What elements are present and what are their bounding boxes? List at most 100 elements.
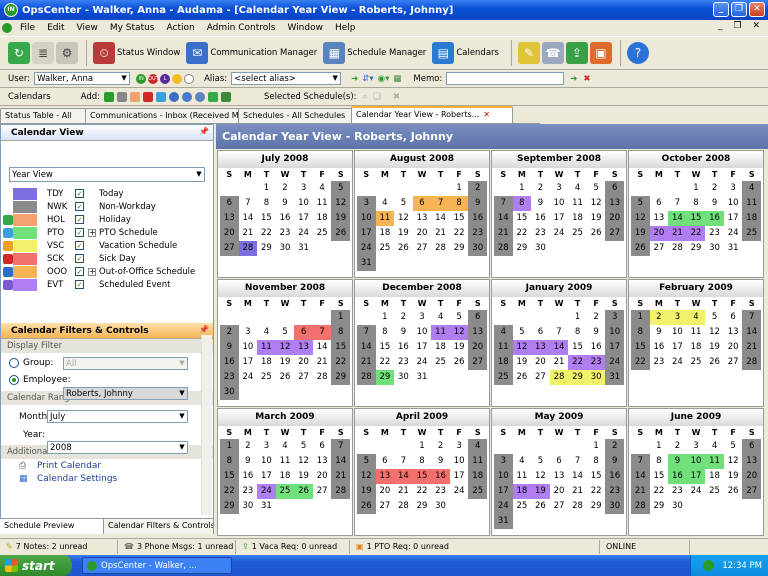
day-cell[interactable]: 5 bbox=[294, 439, 313, 454]
pin-filters-icon[interactable]: 📌 bbox=[199, 325, 209, 334]
day-cell[interactable]: 17 bbox=[550, 211, 569, 226]
day-cell[interactable]: 13 bbox=[313, 454, 332, 469]
day-cell[interactable]: 12 bbox=[357, 469, 376, 484]
day-cell[interactable]: 20 bbox=[550, 484, 569, 499]
day-cell[interactable]: 6 bbox=[742, 439, 761, 454]
day-cell[interactable]: 9 bbox=[468, 196, 487, 211]
day-cell[interactable]: 2 bbox=[587, 310, 606, 325]
day-cell[interactable]: 7 bbox=[631, 454, 650, 469]
day-cell[interactable]: 7 bbox=[550, 325, 569, 340]
day-cell[interactable]: 1 bbox=[650, 439, 669, 454]
communication-manager-button[interactable]: ✉ Communication Manager bbox=[186, 42, 317, 64]
day-cell[interactable]: 2 bbox=[668, 439, 687, 454]
day-cell[interactable]: 24 bbox=[294, 226, 313, 241]
day-cell[interactable]: 1 bbox=[220, 439, 239, 454]
pto-status[interactable]: ▣ 1 PTO Req: 0 unread bbox=[350, 539, 600, 554]
tray-opscenter-icon[interactable] bbox=[703, 560, 715, 571]
day-cell[interactable]: 11 bbox=[257, 340, 276, 355]
day-cell[interactable]: 24 bbox=[724, 226, 743, 241]
day-cell[interactable]: 4 bbox=[313, 181, 332, 196]
day-cell[interactable]: 22 bbox=[513, 226, 532, 241]
status-away-icon[interactable] bbox=[172, 73, 183, 84]
day-cell[interactable]: 16 bbox=[705, 211, 724, 226]
day-cell[interactable]: 4 bbox=[494, 325, 513, 340]
maximize-button[interactable]: ❐ bbox=[731, 2, 747, 17]
day-cell[interactable]: 13 bbox=[413, 211, 432, 226]
day-cell[interactable]: 20 bbox=[413, 226, 432, 241]
day-cell[interactable]: 13 bbox=[375, 469, 395, 484]
day-cell[interactable]: 7 bbox=[431, 196, 450, 211]
day-cell[interactable]: 15 bbox=[220, 469, 239, 484]
day-cell[interactable]: 31 bbox=[605, 370, 624, 385]
status-out-icon[interactable]: OUT bbox=[148, 73, 159, 84]
day-cell[interactable]: 28 bbox=[568, 499, 587, 514]
day-cell[interactable]: 23 bbox=[220, 370, 239, 385]
day-cell[interactable]: 12 bbox=[587, 196, 606, 211]
day-cell[interactable]: 12 bbox=[275, 340, 295, 355]
day-cell[interactable]: 27 bbox=[376, 499, 395, 514]
menu-admin-controls[interactable]: Admin Controls bbox=[201, 23, 282, 33]
day-cell[interactable]: 12 bbox=[294, 454, 313, 469]
day-cell[interactable]: 10 bbox=[294, 196, 313, 211]
day-cell[interactable]: 24 bbox=[413, 355, 432, 370]
day-cell[interactable]: 21 bbox=[394, 484, 413, 499]
sort-icon[interactable]: ⇵▾ bbox=[362, 74, 373, 84]
day-cell[interactable]: 29 bbox=[568, 370, 587, 385]
day-cell[interactable]: 28 bbox=[742, 355, 761, 370]
phone-status[interactable]: ☎ 3 Phone Msgs: 1 unread bbox=[118, 539, 236, 554]
day-cell[interactable]: 18 bbox=[431, 340, 450, 355]
day-cell[interactable]: 8 bbox=[257, 196, 276, 211]
day-cell[interactable]: 21 bbox=[313, 355, 332, 370]
add-ooo-icon[interactable] bbox=[181, 91, 192, 102]
status-window-button[interactable]: ⏲ Status Window bbox=[93, 42, 180, 64]
day-cell[interactable]: 7 bbox=[568, 454, 587, 469]
day-cell[interactable]: 26 bbox=[331, 226, 350, 241]
day-cell[interactable]: 15 bbox=[568, 340, 587, 355]
day-cell[interactable]: 26 bbox=[724, 484, 743, 499]
day-cell[interactable]: 8 bbox=[512, 196, 532, 211]
day-cell[interactable]: 4 bbox=[257, 325, 276, 340]
day-cell[interactable]: 3 bbox=[687, 439, 706, 454]
phone-icon[interactable]: ☎ bbox=[541, 42, 564, 64]
day-cell[interactable]: 10 bbox=[605, 325, 624, 340]
day-cell[interactable]: 31 bbox=[257, 499, 276, 514]
day-cell[interactable]: 1 bbox=[450, 181, 469, 196]
day-cell[interactable]: 22 bbox=[587, 484, 606, 499]
day-cell[interactable]: 22 bbox=[220, 484, 239, 499]
day-cell[interactable]: 9 bbox=[668, 454, 687, 469]
arrow-right-icon[interactable]: ➜ bbox=[351, 74, 358, 84]
day-cell[interactable]: 17 bbox=[724, 211, 743, 226]
day-cell[interactable]: 11 bbox=[705, 454, 724, 469]
day-cell[interactable]: 1 bbox=[568, 310, 587, 325]
day-cell[interactable]: 7 bbox=[312, 325, 332, 340]
day-cell[interactable]: 17 bbox=[357, 226, 376, 241]
day-cell[interactable]: 27 bbox=[413, 241, 432, 256]
day-cell[interactable]: 12 bbox=[331, 196, 350, 211]
day-cell[interactable]: 8 bbox=[587, 454, 606, 469]
day-cell[interactable]: 15 bbox=[376, 340, 395, 355]
day-cell[interactable]: 9 bbox=[587, 325, 606, 340]
day-cell[interactable]: 16 bbox=[668, 469, 687, 484]
day-cell[interactable]: 5 bbox=[531, 454, 550, 469]
day-cell[interactable]: 8 bbox=[220, 454, 239, 469]
day-cell[interactable]: 19 bbox=[531, 484, 550, 499]
day-cell[interactable]: 6 bbox=[412, 196, 432, 211]
taskbar-app-button[interactable]: OpsCenter - Walker, ... bbox=[82, 557, 232, 574]
day-cell[interactable]: 9 bbox=[220, 340, 239, 355]
day-cell[interactable]: 6 bbox=[724, 310, 743, 325]
day-cell[interactable]: 12 bbox=[394, 211, 413, 226]
day-cell[interactable]: 21 bbox=[357, 355, 376, 370]
day-cell[interactable]: 17 bbox=[605, 340, 624, 355]
day-cell[interactable]: 5 bbox=[450, 310, 469, 325]
apply-memo-icon[interactable]: ➜ bbox=[570, 74, 577, 84]
day-cell[interactable]: 20 bbox=[605, 211, 624, 226]
list-icon[interactable]: ≣ bbox=[32, 42, 54, 64]
day-cell[interactable]: 23 bbox=[705, 226, 724, 241]
day-cell[interactable]: 19 bbox=[724, 469, 743, 484]
day-cell[interactable]: 25 bbox=[468, 484, 487, 499]
day-cell[interactable]: 7 bbox=[239, 196, 258, 211]
day-cell[interactable]: 29 bbox=[413, 499, 432, 514]
day-cell[interactable]: 14 bbox=[568, 469, 587, 484]
day-cell[interactable]: 6 bbox=[650, 196, 669, 211]
day-cell[interactable]: 16 bbox=[220, 355, 239, 370]
